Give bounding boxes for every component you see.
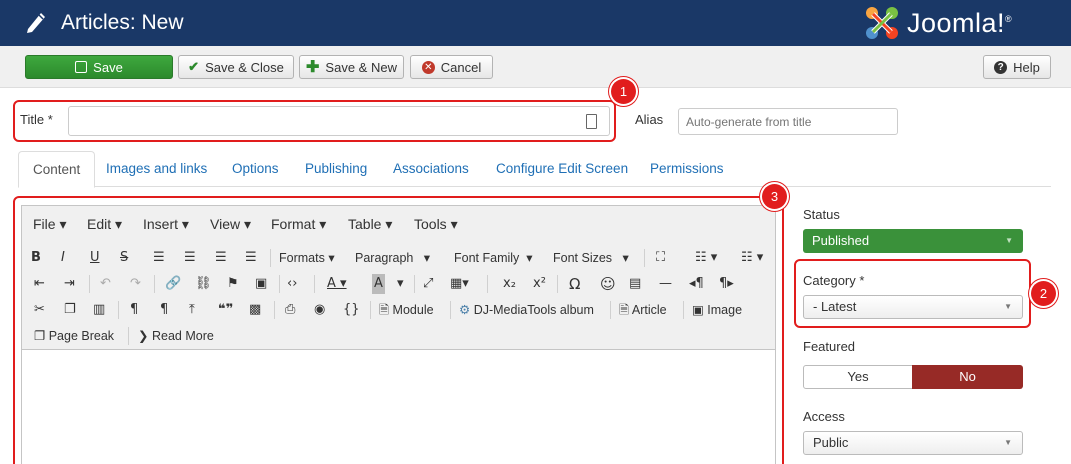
save-label: Save [93, 59, 123, 75]
tab-options[interactable]: Options [218, 151, 293, 187]
access-label: Access [803, 409, 845, 424]
tab-content[interactable]: Content [18, 151, 96, 188]
callout-box-editor [13, 196, 784, 464]
tab-configure-edit-screen[interactable]: Configure Edit Screen [482, 151, 642, 187]
joomla-logo-icon [866, 7, 898, 39]
chevron-down-icon: ▼ [1004, 438, 1012, 447]
alias-input[interactable] [678, 108, 898, 135]
callout-badge-2: 2 [1031, 281, 1056, 306]
featured-yes-button[interactable]: Yes [803, 365, 913, 389]
featured-label: Featured [803, 339, 856, 354]
callout-box-category [794, 259, 1031, 328]
save-new-button[interactable]: ✚ Save & New [299, 55, 404, 79]
tab-images-and-links[interactable]: Images and links [92, 151, 221, 187]
tab-bar: Content Images and links Options Publish… [18, 151, 1051, 188]
status-select[interactable]: Published ▼ [803, 229, 1023, 253]
access-value: Public [813, 435, 849, 450]
cancel-icon: ✕ [421, 60, 435, 74]
featured-no-button[interactable]: No [912, 365, 1023, 389]
callout-box-title [13, 100, 616, 142]
chevron-down-icon: ▼ [1005, 236, 1013, 245]
tab-permissions[interactable]: Permissions [636, 151, 738, 187]
page-title: Articles: New [61, 11, 184, 34]
question-icon: ? [994, 60, 1008, 74]
header-bar: Articles: New Joomla!® [0, 0, 1071, 46]
save-new-label: Save & New [325, 59, 397, 75]
edit-icon [75, 61, 88, 73]
save-close-label: Save & Close [205, 59, 284, 75]
check-icon: ✔ [188, 59, 200, 74]
save-button[interactable]: Save [25, 55, 173, 79]
registered-mark: ® [1005, 13, 1013, 24]
plus-icon: ✚ [306, 59, 320, 76]
access-select[interactable]: Public ▼ [803, 431, 1023, 455]
callout-badge-1: 1 [611, 79, 636, 104]
cancel-label: Cancel [440, 59, 482, 75]
tab-publishing[interactable]: Publishing [291, 151, 381, 187]
pencil-icon [27, 13, 45, 33]
status-value: Published [812, 233, 870, 248]
status-label: Status [803, 207, 840, 222]
joomla-logo: Joomla!® [863, 4, 1012, 42]
tab-associations[interactable]: Associations [379, 151, 483, 187]
alias-label: Alias [635, 112, 664, 127]
save-close-button[interactable]: ✔ Save & Close [178, 55, 294, 79]
action-toolbar: Save ✔ Save & Close ✚ Save & New ✕ Cance… [0, 46, 1071, 88]
callout-badge-3: 3 [762, 184, 787, 209]
logo-text: Joomla! [907, 7, 1006, 38]
help-button[interactable]: ? Help [983, 55, 1051, 79]
cancel-button[interactable]: ✕ Cancel [410, 55, 493, 79]
help-label: Help [1013, 59, 1040, 75]
